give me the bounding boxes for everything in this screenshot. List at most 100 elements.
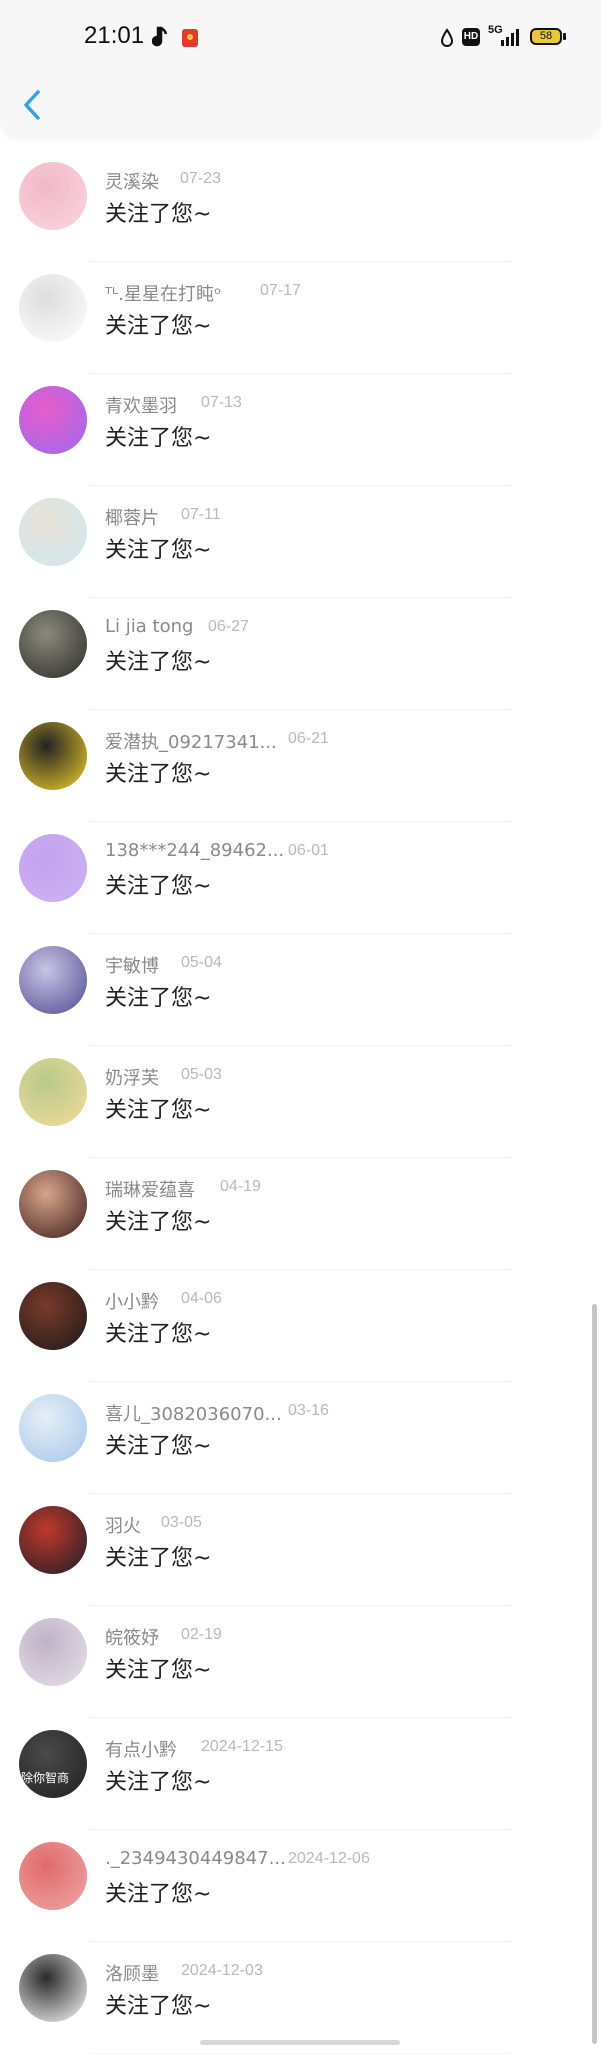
- follower-name[interactable]: 羽火: [105, 1512, 141, 1538]
- follower-item[interactable]: 小小黔 04-06 关注了您~: [0, 1270, 601, 1382]
- follow-date: 07-23: [180, 170, 221, 187]
- home-indicator[interactable]: [200, 2040, 400, 2045]
- avatar[interactable]: [19, 386, 87, 454]
- follow-message: 关注了您~: [105, 1658, 212, 1683]
- battery-icon: 58: [530, 28, 562, 45]
- follower-item[interactable]: ᵀᴸ.星星在打盹ᵒ 07-17 关注了您~: [0, 262, 601, 374]
- follow-date: 02-19: [181, 1626, 222, 1643]
- battery-level: 58: [539, 30, 553, 42]
- follow-message: 关注了您~: [105, 314, 212, 339]
- follower-item[interactable]: 喜儿_3082036070... 03-16 关注了您~: [0, 1382, 601, 1494]
- follower-item[interactable]: ._2349430449847... 2024-12-06 关注了您~: [0, 1830, 601, 1942]
- follow-date: 07-11: [181, 506, 221, 523]
- header: [0, 60, 601, 138]
- signal-icon: [501, 29, 519, 46]
- follower-name[interactable]: 爱潜执_09217341...: [105, 728, 277, 754]
- red-envelope-icon: [182, 29, 198, 47]
- follower-name[interactable]: 有点小黔: [105, 1736, 177, 1762]
- follow-date: 06-27: [208, 618, 249, 635]
- follow-date: 06-21: [288, 730, 329, 747]
- follower-item[interactable]: 皖筱妤 02-19 关注了您~: [0, 1606, 601, 1718]
- follow-message: 关注了您~: [105, 1322, 212, 1347]
- follow-date: 07-17: [260, 282, 301, 299]
- follower-item[interactable]: 羽火 03-05 关注了您~: [0, 1494, 601, 1606]
- avatar[interactable]: [19, 1506, 87, 1574]
- follower-name[interactable]: 灵溪染: [105, 168, 159, 194]
- follow-message: 关注了您~: [105, 1770, 212, 1795]
- follow-date: 04-06: [181, 1290, 222, 1307]
- hd-icon: HD: [462, 28, 480, 46]
- follower-name[interactable]: 洛顾墨: [105, 1960, 159, 1986]
- avatar[interactable]: 除你智商: [19, 1730, 87, 1798]
- follow-date: 2024-12-03: [181, 1962, 263, 1979]
- follow-message: 关注了您~: [105, 650, 212, 675]
- avatar[interactable]: [19, 834, 87, 902]
- music-note-icon: [152, 26, 168, 47]
- follow-date: 04-19: [220, 1178, 261, 1195]
- follow-message: 关注了您~: [105, 1210, 212, 1235]
- follower-item[interactable]: 宇敏博 05-04 关注了您~: [0, 934, 601, 1046]
- follow-date: 2024-12-06: [288, 1850, 370, 1867]
- follower-name[interactable]: ᵀᴸ.星星在打盹ᵒ: [105, 280, 221, 306]
- follow-date: 2024-12-15: [201, 1738, 283, 1755]
- follower-item[interactable]: Li jia tong 06-27 关注了您~: [0, 598, 601, 710]
- follower-item[interactable]: 椰蓉片 07-11 关注了您~: [0, 486, 601, 598]
- avatar[interactable]: [19, 1618, 87, 1686]
- follow-date: 06-01: [288, 842, 329, 859]
- status-time: 21:01: [84, 22, 145, 49]
- battery-tip: [563, 33, 566, 40]
- follower-item[interactable]: 洛顾墨 2024-12-03 关注了您~: [0, 1942, 601, 2054]
- follower-name[interactable]: 小小黔: [105, 1288, 159, 1314]
- avatar[interactable]: [19, 946, 87, 1014]
- avatar[interactable]: [19, 1954, 87, 2022]
- follow-message: 关注了您~: [105, 1098, 212, 1123]
- follow-message: 关注了您~: [105, 874, 212, 899]
- scrollbar[interactable]: [592, 1304, 597, 2044]
- avatar[interactable]: [19, 274, 87, 342]
- follow-message: 关注了您~: [105, 1546, 212, 1571]
- follower-name[interactable]: Li jia tong: [105, 616, 193, 637]
- follow-message: 关注了您~: [105, 538, 212, 563]
- avatar[interactable]: [19, 498, 87, 566]
- follower-item[interactable]: 除你智商 有点小黔 2024-12-15 关注了您~: [0, 1718, 601, 1830]
- avatar[interactable]: [19, 1394, 87, 1462]
- follow-date: 05-04: [181, 954, 222, 971]
- follow-date: 03-16: [288, 1402, 329, 1419]
- follow-message: 关注了您~: [105, 202, 212, 227]
- follower-name[interactable]: ._2349430449847...: [105, 1848, 286, 1869]
- follow-message: 关注了您~: [105, 1434, 212, 1459]
- follow-date: 05-03: [181, 1066, 222, 1083]
- follow-message: 关注了您~: [105, 986, 212, 1011]
- follower-name[interactable]: 皖筱妤: [105, 1624, 159, 1650]
- follower-name[interactable]: 宇敏博: [105, 952, 159, 978]
- follower-item[interactable]: 爱潜执_09217341... 06-21 关注了您~: [0, 710, 601, 822]
- follower-list: 灵溪染 07-23 关注了您~ ᵀᴸ.星星在打盹ᵒ 07-17 关注了您~ 青欢墨羽 07-1…: [0, 150, 601, 2054]
- follow-message: 关注了您~: [105, 1882, 212, 1907]
- follower-name[interactable]: 青欢墨羽: [105, 392, 177, 418]
- avatar[interactable]: [19, 1170, 87, 1238]
- data-saver-icon: [440, 28, 454, 47]
- follower-name[interactable]: 138***244_89462...: [105, 840, 284, 861]
- follower-item[interactable]: 瑞琳爱蕴喜 04-19 关注了您~: [0, 1158, 601, 1270]
- avatar-overlay-text: 除你智商: [21, 1771, 70, 1785]
- follow-message: 关注了您~: [105, 1994, 212, 2019]
- avatar[interactable]: [19, 1842, 87, 1910]
- avatar[interactable]: [19, 162, 87, 230]
- follow-message: 关注了您~: [105, 762, 212, 787]
- avatar[interactable]: [19, 722, 87, 790]
- avatar[interactable]: [19, 610, 87, 678]
- follower-name[interactable]: 瑞琳爱蕴喜: [105, 1176, 195, 1202]
- follower-item[interactable]: 灵溪染 07-23 关注了您~: [0, 150, 601, 262]
- follower-name[interactable]: 奶浮芙: [105, 1064, 159, 1090]
- follower-item[interactable]: 青欢墨羽 07-13 关注了您~: [0, 374, 601, 486]
- avatar[interactable]: [19, 1058, 87, 1126]
- follower-item[interactable]: 138***244_89462... 06-01 关注了您~: [0, 822, 601, 934]
- follow-date: 07-13: [201, 394, 242, 411]
- back-chevron-icon[interactable]: [20, 88, 44, 122]
- follow-message: 关注了您~: [105, 426, 212, 451]
- avatar[interactable]: [19, 1282, 87, 1350]
- follower-item[interactable]: 奶浮芙 05-03 关注了您~: [0, 1046, 601, 1158]
- follow-date: 03-05: [161, 1514, 202, 1531]
- follower-name[interactable]: 喜儿_3082036070...: [105, 1400, 282, 1426]
- follower-name[interactable]: 椰蓉片: [105, 504, 159, 530]
